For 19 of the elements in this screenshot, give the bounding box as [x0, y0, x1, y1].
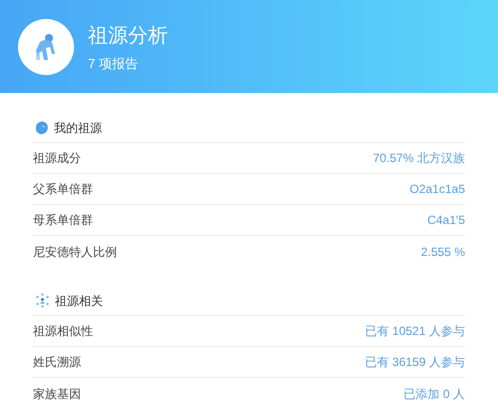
row-label: 父系单倍群 [33, 181, 93, 198]
page-title: 祖源分析 [88, 24, 168, 48]
row-value[interactable]: 已有 10521 人参与 [364, 322, 465, 340]
row-label: 母系单倍群 [33, 212, 93, 229]
row-value[interactable]: O2a1c1a5 [410, 180, 465, 198]
row-value[interactable]: 70.57% 北方汉族 [372, 149, 465, 167]
report-count: 7 项报告 [88, 54, 139, 72]
row-label: 祖源相似性 [33, 323, 93, 340]
row-label: 家族基因 [33, 386, 81, 402]
section-title: 我的祖源 [54, 120, 102, 136]
row-value[interactable]: 2.555 % [420, 242, 465, 260]
row-value[interactable]: 已有 36159 人参与 [364, 353, 465, 371]
row-label: 姓氏溯源 [33, 354, 81, 371]
row-label: 尼安德特人比例 [33, 244, 117, 260]
row-value[interactable]: C4a1'5 [427, 211, 465, 229]
row-value[interactable]: 已添加 0 人 [404, 384, 465, 402]
row-label: 祖源成分 [33, 150, 81, 167]
section-title: 祖源相关 [55, 292, 103, 310]
network-icon [35, 293, 50, 308]
